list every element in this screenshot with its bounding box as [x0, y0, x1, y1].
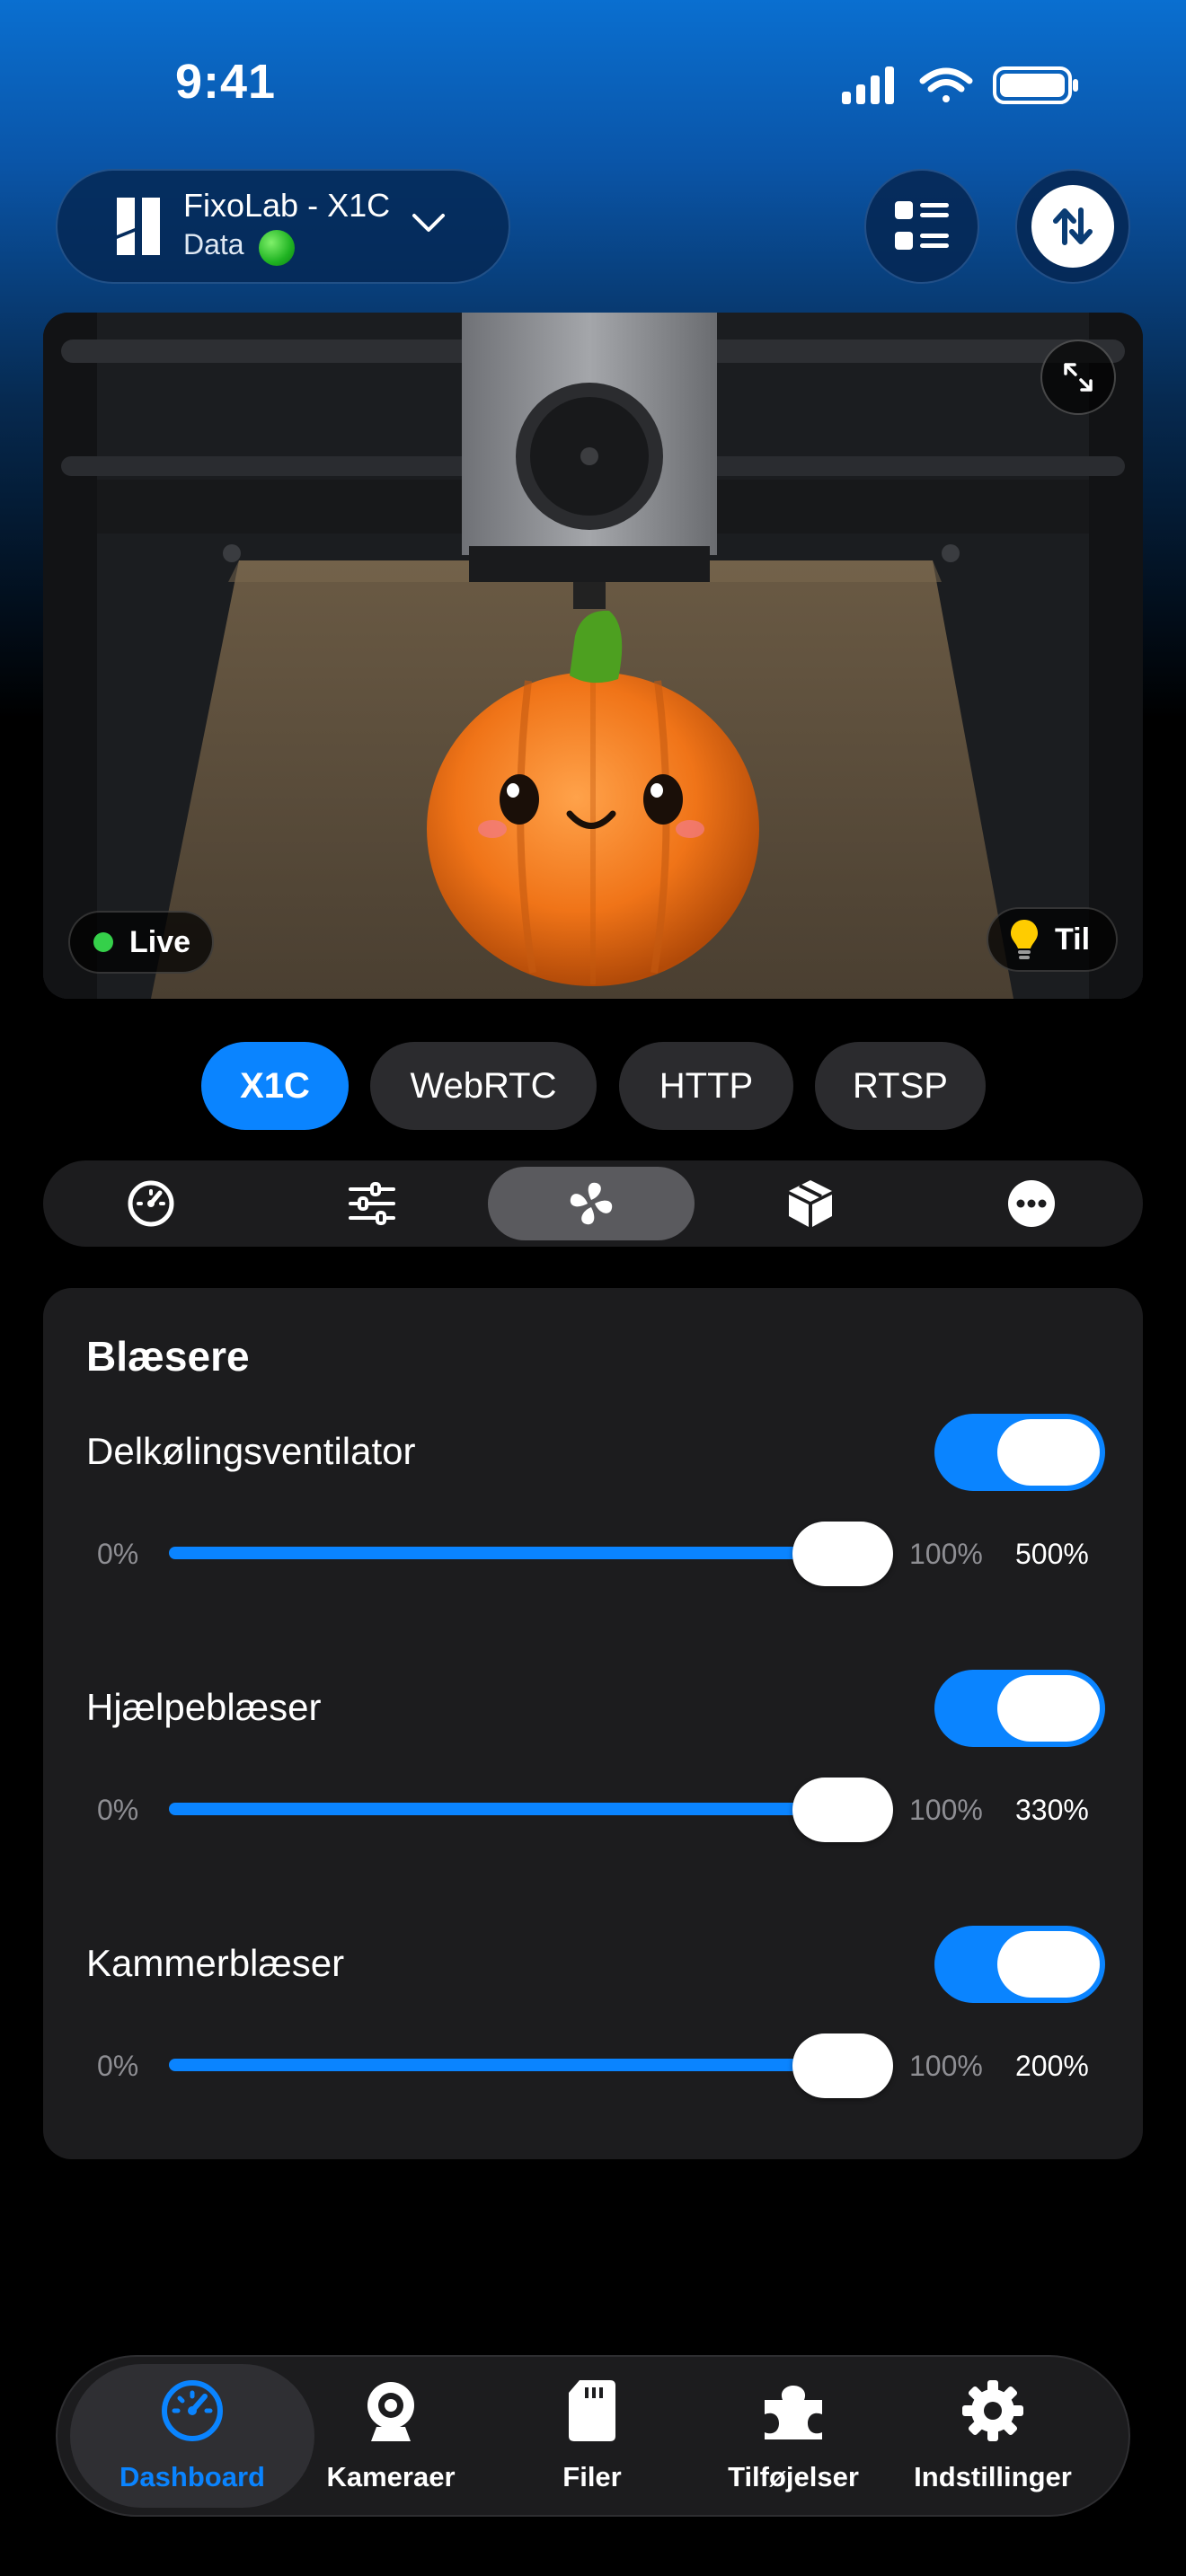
fan-slider-thumb[interactable]: [792, 1522, 893, 1586]
puzzle-icon: [765, 2386, 822, 2439]
bambu-logo-icon: [117, 198, 160, 255]
gear-icon: [962, 2380, 1023, 2441]
fan-toggle-auxiliary[interactable]: [934, 1670, 1105, 1747]
tab-label: Indstillinger: [914, 2461, 1072, 2492]
fan-slider-thumb[interactable]: [792, 1778, 893, 1842]
camera-feed[interactable]: [43, 313, 1143, 999]
fan-slider-thumb[interactable]: [792, 2033, 893, 2098]
slider-max-label: 100%: [909, 1538, 983, 1570]
fan-name-chamber: Kammerblæser: [86, 1942, 345, 1984]
fullscreen-button[interactable]: [1040, 340, 1116, 415]
fan-slider-track[interactable]: [169, 1803, 884, 1815]
box-icon[interactable]: [783, 1177, 837, 1231]
live-dot-icon: [93, 932, 113, 952]
tab-label: Dashboard: [119, 2461, 265, 2492]
fans-title: Blæsere: [86, 1333, 250, 1380]
list-view-button[interactable]: [864, 169, 979, 284]
fan-slider-track[interactable]: [169, 2059, 884, 2071]
gauge-icon[interactable]: [124, 1177, 178, 1231]
fan-icon[interactable]: [564, 1177, 618, 1231]
cellular-signal-icon: [842, 66, 894, 104]
sliders-icon[interactable]: [345, 1177, 399, 1231]
transfer-button[interactable]: [1015, 169, 1130, 284]
tab-cameras[interactable]: Kameraer: [288, 2371, 494, 2506]
stream-tab-webrtc[interactable]: WebRTC: [370, 1042, 597, 1130]
fan-name-part-cooling: Delkølingsventilator: [86, 1430, 416, 1472]
live-label: Live: [129, 925, 191, 959]
webcam-icon: [367, 2382, 414, 2441]
sd-card-icon: [569, 2380, 615, 2441]
slider-max-label: 100%: [909, 2050, 983, 2082]
stream-tab-http[interactable]: HTTP: [619, 1042, 793, 1130]
status-icons: [842, 66, 1078, 104]
tab-files[interactable]: Filer: [489, 2371, 695, 2506]
printer-name: FixoLab - X1C: [183, 187, 391, 224]
slider-min-label: 0%: [97, 2050, 139, 2082]
tab-settings[interactable]: Indstillinger: [890, 2371, 1096, 2506]
more-icon[interactable]: [1005, 1177, 1058, 1231]
stream-tab-rtsp[interactable]: RTSP: [815, 1042, 986, 1130]
camera-image: [43, 313, 1143, 999]
battery-icon: [993, 66, 1078, 104]
chevron-down-icon: [412, 214, 445, 232]
tab-label: Filer: [562, 2461, 622, 2492]
fan-toggle-part-cooling[interactable]: [934, 1414, 1105, 1491]
tab-dashboard[interactable]: Dashboard: [89, 2371, 296, 2506]
status-dot-icon: [259, 230, 295, 266]
slider-max-label: 100%: [909, 1794, 983, 1826]
tab-label: Kameraer: [326, 2461, 456, 2492]
printer-status-label: Data: [183, 228, 244, 260]
wifi-icon: [919, 67, 973, 102]
chamber-light-toggle[interactable]: [987, 907, 1118, 972]
tab-addons[interactable]: Tilføjelser: [690, 2371, 897, 2506]
fan-speed-value: 500%: [1015, 1538, 1089, 1570]
fan-name-auxiliary: Hjælpeblæser: [86, 1686, 322, 1728]
lightbulb-icon: [1011, 920, 1038, 959]
tab-label: Tilføjelser: [728, 2461, 859, 2492]
slider-min-label: 0%: [97, 1794, 139, 1826]
fan-slider-track[interactable]: [169, 1547, 884, 1559]
fan-speed-value: 200%: [1015, 2050, 1089, 2082]
status-time: 9:41: [175, 55, 277, 109]
expand-icon: [1064, 363, 1093, 392]
gauge-icon: [162, 2380, 223, 2441]
fan-toggle-chamber[interactable]: [934, 1926, 1105, 2003]
stream-tab-x1c[interactable]: X1C: [201, 1042, 349, 1130]
slider-min-label: 0%: [97, 1538, 139, 1570]
light-label: Til: [1055, 922, 1091, 957]
list-icon: [895, 201, 949, 250]
up-down-arrows-icon: [1053, 207, 1093, 245]
fan-speed-value: 330%: [1015, 1794, 1089, 1826]
